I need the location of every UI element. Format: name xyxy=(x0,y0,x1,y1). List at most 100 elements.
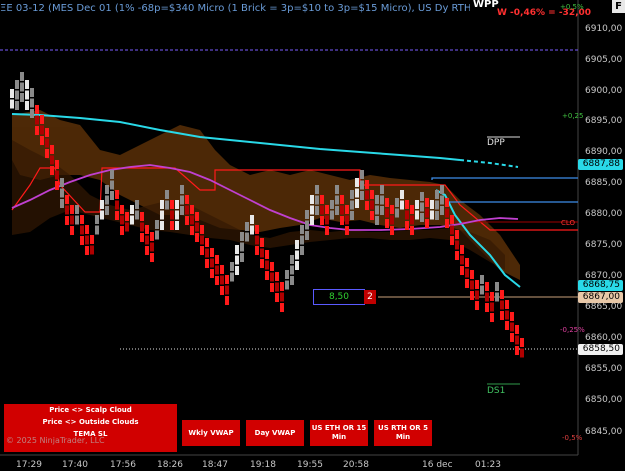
renko-brick-down xyxy=(80,236,84,245)
renko-brick-down xyxy=(320,205,324,215)
renko-brick-up xyxy=(375,205,379,215)
renko-brick-up xyxy=(415,200,419,209)
renko-brick-up xyxy=(20,72,24,81)
renko-brick-down xyxy=(465,258,469,267)
renko-brick-down xyxy=(35,105,39,114)
time-tick: 16 dec xyxy=(422,460,453,470)
renko-brick-up xyxy=(230,262,234,271)
price-tick: 6860,00 xyxy=(585,333,623,343)
renko-brick-up xyxy=(95,215,99,224)
price-tick: 6875,00 xyxy=(585,240,623,250)
renko-brick-down xyxy=(505,321,509,330)
renko-brick-down xyxy=(140,222,144,232)
renko-brick-down xyxy=(140,233,144,242)
renko-brick-up xyxy=(380,195,384,205)
renko-brick-up xyxy=(175,200,179,209)
renko-brick-down xyxy=(255,246,259,255)
renko-brick-up xyxy=(420,192,424,201)
outside-clouds-button[interactable]: Price <> Outside Clouds xyxy=(4,416,177,428)
renko-brick-down xyxy=(115,190,119,199)
renko-brick-up xyxy=(305,210,309,219)
time-tick: 18:26 xyxy=(157,460,183,470)
time-tick: 18:47 xyxy=(202,460,228,470)
renko-brick-up xyxy=(25,80,29,89)
renko-brick-up xyxy=(160,200,164,209)
renko-brick-down xyxy=(70,226,74,235)
renko-brick-up xyxy=(375,195,379,204)
renko-brick-up xyxy=(160,221,164,230)
renko-brick-down xyxy=(345,205,349,214)
weekly-vwap-button[interactable]: Wkly VWAP xyxy=(182,420,240,446)
price-tick: 6910,00 xyxy=(585,24,623,34)
renko-brick-down xyxy=(385,208,389,218)
rth-or-button[interactable]: US RTH OR 5 Min xyxy=(374,420,432,446)
renko-brick-up xyxy=(415,210,419,220)
renko-brick-up xyxy=(290,265,294,275)
renko-brick-up xyxy=(235,255,239,265)
renko-brick-down xyxy=(55,181,59,190)
renko-brick-down xyxy=(150,242,154,252)
renko-brick-down xyxy=(115,211,119,220)
renko-brick-up xyxy=(355,178,359,187)
chart-canvas[interactable] xyxy=(0,0,625,471)
renko-brick-down xyxy=(65,195,69,204)
renko-brick-down xyxy=(340,195,344,204)
renko-brick-down xyxy=(510,333,514,342)
renko-brick-down xyxy=(475,280,479,289)
renko-brick-down xyxy=(50,155,54,165)
renko-brick-down xyxy=(370,200,374,210)
renko-brick-down xyxy=(470,280,474,290)
eth-or-button[interactable]: US ETH OR 15 Min xyxy=(310,420,368,446)
renko-brick-down xyxy=(70,215,74,225)
day-vwap-button[interactable]: Day VWAP xyxy=(246,420,304,446)
renko-brick-down xyxy=(490,302,494,312)
pct-label-plus025: +0,25 xyxy=(562,112,584,120)
renko-brick-up xyxy=(110,170,114,179)
renko-brick-down xyxy=(320,195,324,204)
renko-brick-up xyxy=(300,246,304,255)
renko-brick-down xyxy=(510,312,514,321)
renko-brick-down xyxy=(475,301,479,310)
renko-brick-down xyxy=(390,215,394,225)
renko-brick-up xyxy=(165,200,169,210)
renko-brick-down xyxy=(220,265,224,274)
renko-brick-up xyxy=(295,250,299,260)
top-pct-label: +0,5% xyxy=(560,3,584,11)
renko-brick-down xyxy=(190,215,194,225)
f-button[interactable]: F xyxy=(612,0,625,13)
renko-brick-up xyxy=(75,215,79,225)
renko-brick-up xyxy=(335,206,339,215)
renko-brick-down xyxy=(325,205,329,214)
renko-brick-up xyxy=(310,216,314,225)
time-tick: 19:55 xyxy=(297,460,323,470)
chart-window[interactable]: ΞE 03-12 (MES Dec 01 (1% -68p=$340 Micro… xyxy=(0,0,625,471)
renko-brick-down xyxy=(275,272,279,281)
renko-brick-down xyxy=(365,180,369,189)
order-quantity-box[interactable]: 8,50 xyxy=(313,289,365,305)
renko-brick-up xyxy=(25,101,29,110)
renko-brick-down xyxy=(220,275,224,285)
pct-label-minus025: -0,25% xyxy=(560,326,585,334)
renko-brick-down xyxy=(325,226,329,235)
renko-brick-down xyxy=(515,335,519,345)
time-tick: 01:23 xyxy=(475,460,501,470)
renko-brick-up xyxy=(30,109,34,118)
renko-brick-up xyxy=(160,210,164,220)
renko-brick-down xyxy=(115,200,119,210)
renko-brick-down xyxy=(515,346,519,355)
renko-brick-down xyxy=(275,293,279,302)
renko-brick-down xyxy=(45,128,49,137)
renko-brick-down xyxy=(460,245,464,254)
scalp-cloud-button[interactable]: Price <> Scalp Cloud xyxy=(4,404,177,416)
renko-brick-down xyxy=(200,225,204,234)
renko-brick-down xyxy=(125,212,129,221)
order-count-badge[interactable]: 2 xyxy=(364,290,376,304)
renko-brick-up xyxy=(330,210,334,220)
renko-brick-down xyxy=(260,259,264,268)
renko-brick-down xyxy=(255,225,259,234)
ds1-label: DS1 xyxy=(487,386,506,396)
renko-brick-up xyxy=(305,231,309,240)
renko-brick-up xyxy=(495,292,499,302)
renko-brick-down xyxy=(465,279,469,288)
renko-brick-up xyxy=(295,261,299,270)
